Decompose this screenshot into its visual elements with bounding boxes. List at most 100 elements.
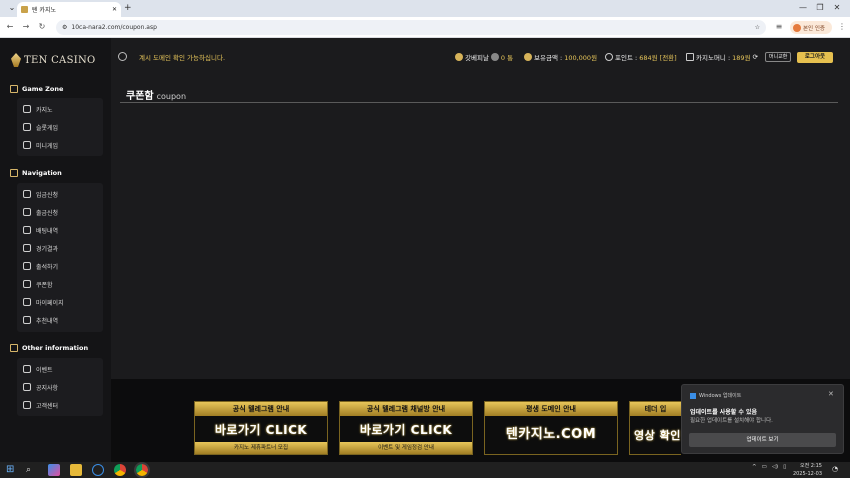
sidebar-item-attendance[interactable]: 출석하기 — [23, 260, 58, 272]
start-icon[interactable]: ⊞ — [6, 464, 18, 476]
tray-chevron-icon[interactable]: ^ — [752, 464, 757, 470]
section-other-information: Other information — [10, 344, 88, 352]
site-info-icon[interactable]: ⚙ — [62, 24, 67, 31]
sidebar-item-label: 미니게임 — [36, 142, 59, 150]
close-window-icon[interactable]: ✕ — [829, 2, 845, 14]
edge-icon[interactable] — [92, 464, 104, 476]
banner-domain[interactable]: 평생 도메인 안내 텐카지노.COM — [484, 401, 618, 455]
banner-telegram[interactable]: 공식 텔레그램 안내 바로가기 CLICK 카지노 제휴파트너 모집 — [194, 401, 328, 455]
section-navigation: Navigation — [10, 169, 62, 177]
banner-cta: 바로가기 CLICK — [359, 423, 453, 437]
sidebar-item-casino[interactable]: 카지노 — [23, 103, 53, 115]
view-update-button[interactable]: 업데이트 보기 — [689, 433, 836, 447]
sidebar-item-bet-history[interactable]: 배팅내역 — [23, 224, 58, 236]
notification-bell-icon[interactable]: ◔ — [832, 465, 840, 474]
forward-icon[interactable]: → — [20, 21, 32, 33]
notification-body: 필요한 업데이트를 설치해야 합니다. — [690, 418, 773, 424]
sidebar-item-results[interactable]: 경기결과 — [23, 242, 58, 254]
maximize-icon[interactable]: ❐ — [812, 2, 828, 14]
clock-time: 오전 2:15 — [799, 463, 822, 469]
casino-money-label: 카지노머니 : — [696, 54, 731, 62]
notification-header: Windows 업데이트 — [690, 392, 741, 399]
browser-tab[interactable]: 텐 카지노 ✕ — [17, 2, 121, 17]
sidebar-item-label: 경기결과 — [36, 245, 59, 253]
volume-icon[interactable]: ◁) — [772, 464, 778, 470]
banner-caption: 카지노 제휴파트너 모집 — [195, 442, 327, 454]
sidebar-item-slot[interactable]: 슬롯게임 — [23, 121, 58, 133]
user-icon — [23, 298, 31, 306]
money-exchange-button[interactable]: 머니교환 — [765, 52, 792, 62]
navigation-menu: 입금신청 출금신청 배팅내역 경기결과 출석하기 쿠폰함 마이페이지 추천내역 — [17, 183, 103, 332]
browser-toolbar: ← → ↻ ⚙ 10ca-nara2.com/coupon.asp ☆ ≡ 본인… — [0, 17, 850, 38]
sidebar-item-withdraw[interactable]: 출금신청 — [23, 206, 58, 218]
reload-icon[interactable]: ↻ — [36, 21, 48, 33]
taskbar — [0, 462, 850, 478]
banner-telegram-channel[interactable]: 공식 텔레그램 채널방 안내 바로가기 CLICK 이벤트 및 게임정검 안내 — [339, 401, 473, 455]
section-game-zone: Game Zone — [10, 85, 63, 93]
gift-icon — [23, 365, 31, 373]
sidebar-item-notice[interactable]: 공지사항 — [23, 381, 58, 393]
sidebar-item-coupon[interactable]: 쿠폰함 — [23, 278, 53, 290]
sidebar-item-event[interactable]: 이벤트 — [23, 363, 53, 375]
banner-heading: 평생 도메인 안내 — [485, 402, 617, 416]
casino-money-value: 189원 — [732, 54, 751, 62]
update-notification: Windows 업데이트 ✕ 업데이트를 사용할 수 있음 필요한 업데이트를 … — [681, 384, 844, 454]
profile-button[interactable]: 본인 인증 — [790, 21, 832, 34]
chrome-icon[interactable] — [114, 464, 126, 476]
info-icon — [10, 344, 18, 352]
balance-label: 보유금액 : — [534, 54, 563, 62]
slot-icon — [23, 123, 31, 131]
banner-caption: 이벤트 및 게임정검 안내 — [340, 442, 472, 454]
logout-button[interactable]: 로그아웃 — [797, 52, 833, 63]
point-label: 포인트 : — [615, 54, 638, 62]
favicon-icon — [21, 6, 28, 13]
file-explorer-icon[interactable] — [70, 464, 82, 476]
bookmark-star-icon[interactable]: ☆ — [755, 24, 760, 31]
section-title: Game Zone — [22, 85, 64, 93]
minimize-icon[interactable]: — — [795, 2, 811, 14]
address-bar[interactable]: ⚙ 10ca-nara2.com/coupon.asp ☆ — [56, 20, 766, 35]
member-icon — [455, 53, 463, 61]
referral-icon — [23, 316, 31, 324]
copilot-icon[interactable] — [48, 464, 60, 476]
withdraw-icon — [23, 208, 31, 216]
banner-tether[interactable]: 테더 입 영상 확인 — [629, 401, 681, 455]
avatar — [793, 23, 801, 32]
casino-money-stat: 카지노머니 : 189원 ⟳ — [686, 52, 758, 62]
sidebar-item-mypage[interactable]: 마이페이지 — [23, 296, 64, 308]
point-value: 684원 [전환] — [639, 54, 677, 62]
site-logo[interactable]: TEN CASINO — [11, 52, 101, 68]
member-stat[interactable]: 갓베피날 0 통 — [455, 52, 513, 62]
spade-icon — [23, 105, 31, 113]
menu-kebab-icon[interactable]: ⋮ — [836, 21, 848, 33]
tab-close-icon[interactable]: ✕ — [112, 6, 117, 13]
sidebar-item-referral[interactable]: 추천내역 — [23, 314, 58, 326]
section-title: Navigation — [22, 169, 62, 177]
sidebar-item-deposit[interactable]: 입금신청 — [23, 188, 58, 200]
refresh-icon[interactable]: ⟳ — [753, 53, 758, 61]
notification-title: 업데이트를 사용할 수 있음 — [690, 409, 757, 416]
headset-icon — [23, 401, 31, 409]
system-tray: ^ ▭ ◁) ▯ — [752, 464, 786, 470]
sidebar-item-label: 슬롯게임 — [36, 124, 59, 132]
battery-icon[interactable]: ▯ — [783, 464, 786, 470]
banner-heading: 공식 텔레그램 채널방 안내 — [340, 402, 472, 416]
network-icon[interactable]: ▭ — [762, 464, 767, 470]
point-stat[interactable]: 포인트 : 684원 [전환] — [605, 52, 677, 62]
back-icon[interactable]: ← — [4, 21, 16, 33]
chrome-active-icon[interactable] — [134, 462, 150, 478]
taskbar-clock[interactable]: 오전 2:15 2025-12-03 — [792, 462, 822, 478]
page-title-text: 쿠폰함 — [126, 91, 154, 102]
new-tab-icon[interactable]: + — [124, 2, 134, 14]
notification-close-icon[interactable]: ✕ — [828, 390, 834, 398]
page-subtitle: coupon — [156, 92, 187, 101]
tab-search-icon[interactable]: ⌄ — [4, 2, 20, 14]
title-divider — [120, 102, 838, 103]
casino-money-icon — [686, 53, 694, 61]
extensions-icon[interactable]: ≡ — [773, 21, 785, 33]
sidebar-item-support[interactable]: 고객센터 — [23, 399, 58, 411]
clock-date: 2025-12-03 — [792, 471, 822, 477]
sidebar-item-minigame[interactable]: 미니게임 — [23, 139, 58, 151]
search-icon[interactable]: ⌕ — [26, 464, 38, 476]
member-label: 갓베피날 — [465, 54, 489, 62]
